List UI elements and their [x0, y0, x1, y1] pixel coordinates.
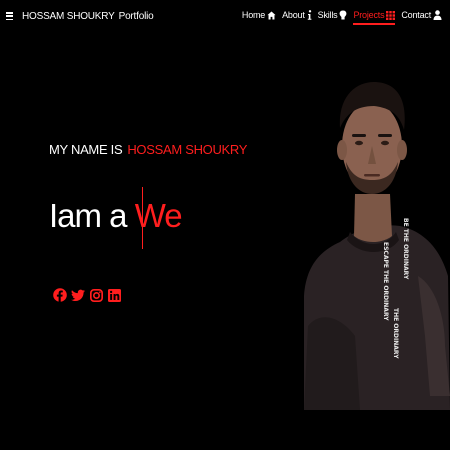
- intro-name: HOSSAM SHOUKRY: [127, 142, 248, 157]
- grid-icon: [386, 10, 396, 20]
- hamburger-menu-icon[interactable]: [6, 12, 13, 21]
- nav-item-label: Projects: [353, 10, 385, 20]
- shirt-text: THE ORDINARY: [392, 308, 399, 359]
- nav-item-skills[interactable]: Skills: [318, 10, 348, 24]
- user-icon: [433, 10, 442, 20]
- brand[interactable]: HOSSAM SHOUKRY Portfolio: [22, 11, 154, 22]
- nav-item-home[interactable]: Home: [242, 10, 276, 24]
- shirt-text: ESCAPE THE ORDINARY: [382, 242, 389, 321]
- social-links: [53, 288, 125, 302]
- shirt-text: BE THE ORDINARY: [402, 218, 409, 280]
- navbar: HOSSAM SHOUKRY Portfolio Home About Skill…: [0, 0, 450, 34]
- facebook-icon[interactable]: [53, 288, 67, 302]
- nav-item-label: About: [282, 10, 305, 20]
- intro-prefix: MY NAME IS: [49, 142, 123, 157]
- twitter-icon[interactable]: [71, 288, 85, 302]
- instagram-icon[interactable]: [89, 288, 103, 302]
- nav-links: Home About Skills Projects Contact: [242, 10, 442, 25]
- nav-item-projects[interactable]: Projects: [353, 10, 396, 25]
- nav-item-label: Home: [241, 10, 266, 20]
- typed-heading: Iam a We: [49, 196, 183, 236]
- profile-photo: BE THE ORDINARY ESCAPE THE ORDINARY THE …: [300, 76, 450, 410]
- nav-item-label: Contact: [401, 10, 431, 20]
- brain-icon: [339, 10, 347, 20]
- home-icon: [267, 10, 276, 20]
- nav-item-about[interactable]: About: [282, 10, 312, 24]
- typing-caret: [142, 187, 143, 249]
- nav-item-label: Skills: [317, 10, 338, 20]
- nav-item-contact[interactable]: Contact: [401, 10, 442, 24]
- typed-prefix: Iam a: [49, 197, 128, 234]
- intro-line: MY NAME IS HOSSAM SHOUKRY: [49, 142, 247, 157]
- brand-name: HOSSAM SHOUKRY: [22, 11, 115, 22]
- linkedin-icon[interactable]: [107, 288, 121, 302]
- info-icon: [307, 10, 312, 20]
- brand-suffix: Portfolio: [118, 11, 154, 22]
